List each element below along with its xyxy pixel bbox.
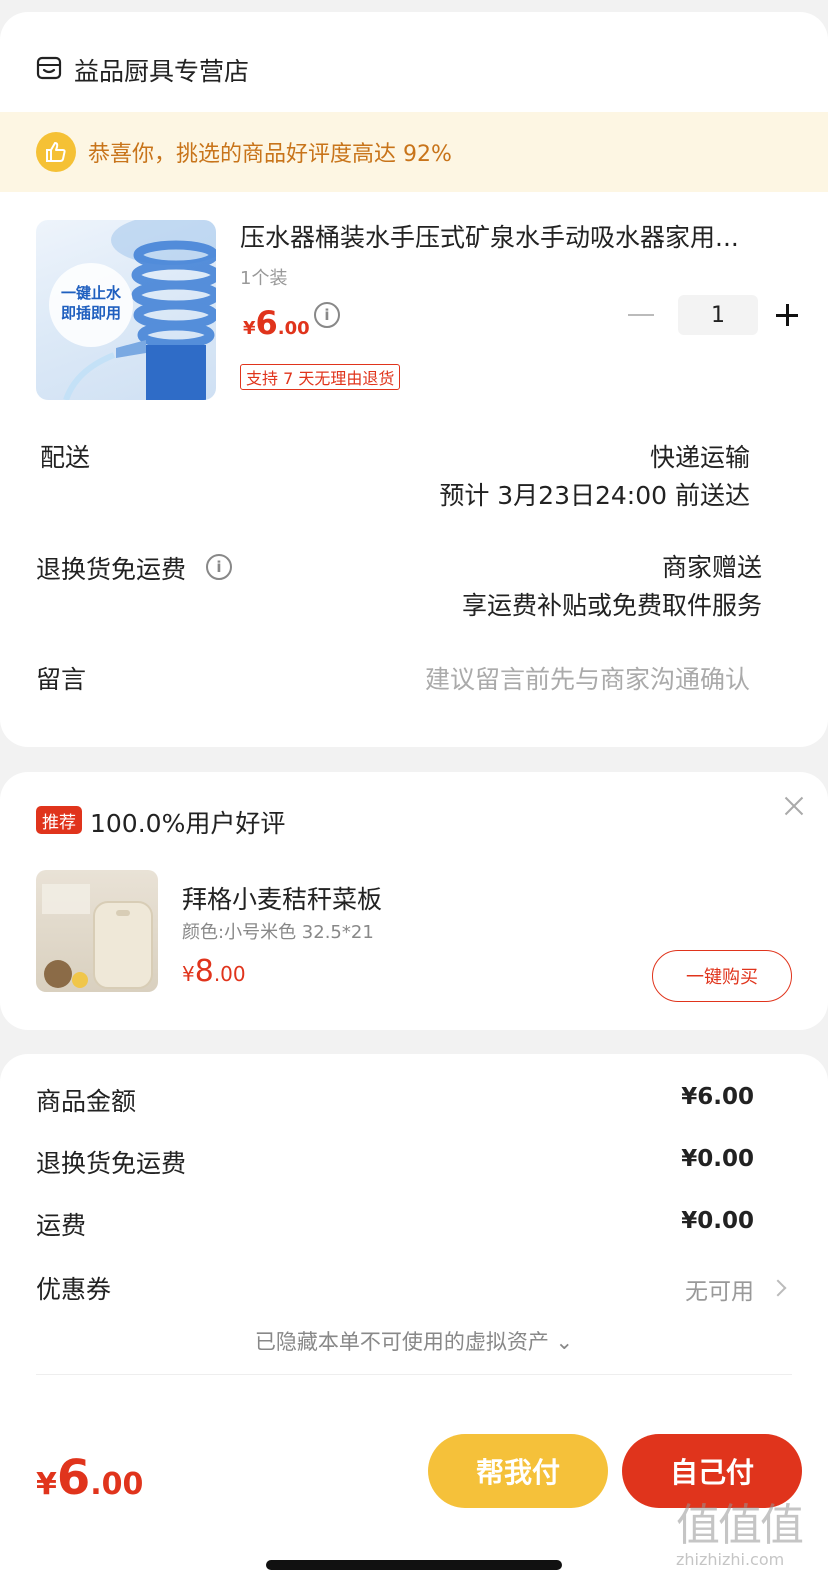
- product-title[interactable]: 压水器桶装水手压式矿泉水手动吸水器家用...: [240, 218, 780, 254]
- product-image[interactable]: 一键止水 即插即用: [36, 220, 216, 400]
- goods-amount-label: 商品金额: [36, 1087, 137, 1116]
- self-pay-button[interactable]: 自己付: [622, 1434, 802, 1508]
- rec-price-int: 8: [194, 954, 214, 989]
- store-name[interactable]: 益品厨具专营店: [74, 52, 249, 88]
- coupon-value[interactable]: 无可用: [685, 1272, 754, 1306]
- return-policy-tag: 支持 7 天无理由退货: [240, 364, 401, 390]
- delivery-method[interactable]: 快递运输: [650, 438, 750, 474]
- price-info-icon[interactable]: i: [314, 302, 340, 328]
- home-indicator[interactable]: [266, 1560, 562, 1570]
- coupon-label: 优惠券: [36, 1275, 112, 1304]
- price-currency: ¥: [243, 318, 256, 339]
- checkout-bar: ¥6.00 帮我付 自己付 值值值 zhizhizhi.com: [0, 1420, 828, 1589]
- total-dec: .00: [90, 1467, 144, 1502]
- goods-amount-value: ¥6.00: [681, 1084, 754, 1110]
- total-int: 6: [56, 1450, 91, 1506]
- product-spec[interactable]: 1个装: [240, 264, 287, 290]
- message-label: 留言: [36, 665, 87, 694]
- return-shipping-info-icon[interactable]: i: [206, 554, 232, 580]
- quantity-stepper: 1: [628, 295, 798, 335]
- hidden-assets-toggle[interactable]: 已隐藏本单不可使用的虚拟资产 ⌄: [0, 1326, 828, 1356]
- divider: [36, 1374, 792, 1375]
- return-fee-label: 退换货免运费: [36, 1149, 187, 1178]
- return-shipping-label: 退换货免运费: [36, 555, 187, 584]
- order-card: 益品厨具专营店 恭喜你，挑选的商品好评度高达 92% 一键止水 即插即用 压水器…: [0, 12, 828, 747]
- watermark-logo: 值值值: [676, 1500, 804, 1551]
- thumbs-up-icon: [36, 132, 76, 172]
- watermark: 值值值 zhizhizhi.com: [676, 1502, 826, 1582]
- shipping-fee-value: ¥0.00: [681, 1208, 754, 1234]
- return-shipping-value-2: 享运费补贴或免费取件服务: [461, 591, 762, 620]
- product-price: ¥6.00: [243, 304, 310, 342]
- praise-text: 恭喜你，挑选的商品好评度高达 92%: [88, 142, 452, 167]
- recommend-card: 推荐 100.0%用户好评 拜格小麦秸秆菜板 颜色:小号米色 32.5*21 ¥…: [0, 772, 828, 1030]
- message-input[interactable]: 建议留言前先与商家沟通确认: [425, 660, 750, 696]
- return-shipping-value-1: 商家赠送: [661, 553, 762, 582]
- recommend-title: 100.0%用户好评: [90, 809, 286, 838]
- recommend-item-price: ¥8.00: [182, 954, 246, 989]
- watermark-url: zhizhizhi.com: [676, 1550, 785, 1569]
- image-caption-1: 一键止水: [61, 284, 122, 302]
- help-pay-button[interactable]: 帮我付: [428, 1434, 608, 1508]
- recommend-item-name[interactable]: 拜格小麦秸秆菜板: [182, 880, 382, 916]
- store-icon: [36, 55, 62, 85]
- total-currency: ¥: [36, 1467, 57, 1502]
- delivery-label: 配送: [40, 443, 91, 472]
- chevron-right-icon[interactable]: [769, 1279, 787, 1297]
- price-int: 6: [255, 304, 278, 342]
- decrease-button[interactable]: [628, 314, 654, 316]
- recommend-tag: 推荐: [36, 806, 82, 834]
- recommend-item-image[interactable]: [36, 870, 158, 992]
- increase-button[interactable]: [776, 304, 798, 326]
- return-fee-value: ¥0.00: [681, 1146, 754, 1172]
- image-caption-2: 即插即用: [61, 304, 121, 322]
- total-price: ¥6.00: [36, 1450, 143, 1506]
- praise-banner: 恭喜你，挑选的商品好评度高达 92%: [0, 112, 828, 192]
- delivery-eta: 预计 3月23日24:00 前送达: [439, 481, 750, 510]
- one-click-buy-button[interactable]: 一键购买: [652, 950, 792, 1002]
- store-row[interactable]: 益品厨具专营店: [36, 52, 249, 88]
- rec-price-currency: ¥: [182, 962, 195, 986]
- rec-price-dec: .00: [213, 962, 246, 986]
- close-icon[interactable]: [784, 796, 804, 816]
- recommend-item-spec: 颜色:小号米色 32.5*21: [182, 922, 374, 943]
- price-dec: .00: [277, 318, 310, 339]
- shipping-fee-label: 运费: [36, 1211, 87, 1240]
- quantity-input[interactable]: 1: [678, 295, 758, 335]
